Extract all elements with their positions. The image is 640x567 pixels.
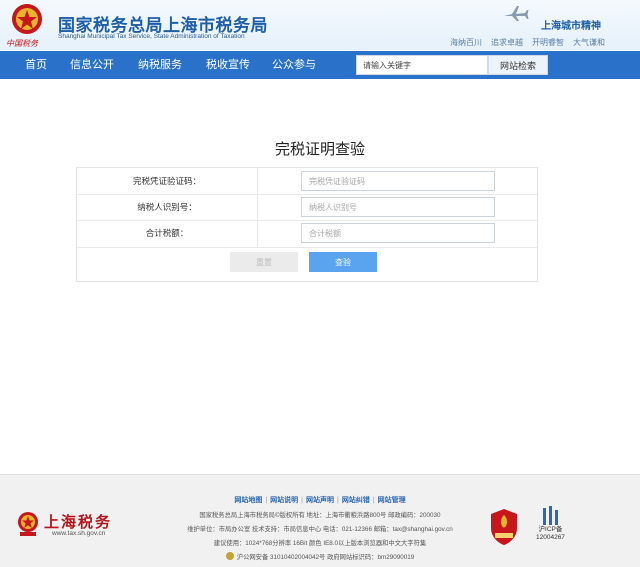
footer-separator: | — [265, 497, 268, 504]
spirit-word: 开明睿智 — [532, 38, 564, 47]
footer-registration: 沪公网安备 31010402004042号 政府网站标识码：bm29090019 — [0, 552, 640, 561]
footer-separator: | — [337, 497, 339, 504]
city-spirit-title: 上海城市精神 — [541, 21, 601, 32]
nav-item-tax-publicity[interactable]: 税收宣传 — [206, 51, 250, 79]
spirit-word: 追求卓越 — [491, 38, 523, 47]
footer-logo-name: 上海税务 — [44, 513, 113, 531]
icp-registration: 沪ICP备 12004267 — [536, 526, 565, 542]
footer-link-statement[interactable]: 网站声明 — [306, 497, 334, 504]
emblem-caption: 中国税务 — [6, 39, 38, 48]
icp-number: 12004267 — [536, 534, 565, 541]
footer-link-sitemap[interactable]: 网站地图 — [234, 497, 262, 504]
nav-item-info-disclosure[interactable]: 信息公开 — [70, 51, 114, 79]
footer-logo-url: www.tax.sh.gov.cn — [52, 530, 106, 537]
verification-form: 完税凭证验证码： 纳税人识别号： 合计税额： 重置 查验 — [76, 167, 538, 282]
taxpayer-id-label: 纳税人识别号： — [137, 202, 197, 212]
city-spirit-words: 海纳百川 追求卓越 开明睿智 大气谦和 — [450, 37, 605, 48]
site-search-button[interactable]: 网站检索 — [488, 55, 548, 75]
footer-registration-text: 沪公网安备 31010402004042号 政府网站标识码：bm29090019 — [236, 554, 415, 561]
form-row-taxpayer-id: 纳税人识别号： — [77, 194, 537, 220]
site-header: 中国税务 国家税务总局上海市税务局 Shanghai Municipal Tax… — [0, 0, 640, 50]
airplane-icon — [504, 6, 529, 21]
query-button[interactable]: 查验 — [309, 252, 377, 272]
taxpayer-id-input[interactable] — [301, 197, 495, 217]
footer-separator: | — [372, 497, 375, 504]
police-badge-icon — [225, 552, 234, 560]
footer-link-admin[interactable]: 网站管理 — [378, 497, 406, 504]
total-tax-input[interactable] — [301, 223, 495, 243]
footer-link-site-info[interactable]: 网站说明 — [270, 497, 298, 504]
certificate-code-label: 完税凭证验证码： — [132, 176, 201, 186]
total-tax-label: 合计税额： — [145, 228, 189, 238]
nav-item-tax-service[interactable]: 纳税服务 — [138, 51, 182, 79]
page-title: 完税证明查验 — [274, 141, 365, 158]
form-row-total-tax: 合计税额： — [77, 220, 537, 246]
tax-emblem-icon — [18, 512, 38, 536]
gov-site-badge-icon[interactable] — [489, 508, 519, 546]
form-row-certificate-code: 完税凭证验证码： — [77, 168, 537, 194]
site-subtitle: Shanghai Municipal Tax Service, State Ad… — [58, 33, 245, 40]
nav-item-home[interactable]: 首页 — [25, 51, 47, 79]
icp-label: 沪ICP备 — [538, 526, 563, 533]
footer-separator: | — [301, 497, 303, 504]
row-divider — [77, 247, 537, 248]
site-search-input[interactable] — [356, 55, 488, 75]
certificate-code-input[interactable] — [301, 171, 495, 191]
national-emblem-icon — [12, 4, 42, 34]
nav-item-public-participation[interactable]: 公众参与 — [272, 51, 316, 79]
site-footer: 网站地图 | 网站说明 | 网站声明 | 网站纠错 | 网站管理 国家税务总局上海市税务局©版权… — [0, 474, 640, 567]
reset-button[interactable]: 重置 — [230, 252, 298, 272]
footer-links: 网站地图 | 网站说明 | 网站声明 | 网站纠错 | 网站管理 — [0, 495, 640, 505]
footer-link-error-report[interactable]: 网站纠错 — [342, 497, 370, 504]
spirit-word: 大气谦和 — [573, 38, 605, 47]
spirit-word: 海纳百川 — [450, 38, 482, 47]
icp-icon[interactable] — [540, 505, 562, 527]
